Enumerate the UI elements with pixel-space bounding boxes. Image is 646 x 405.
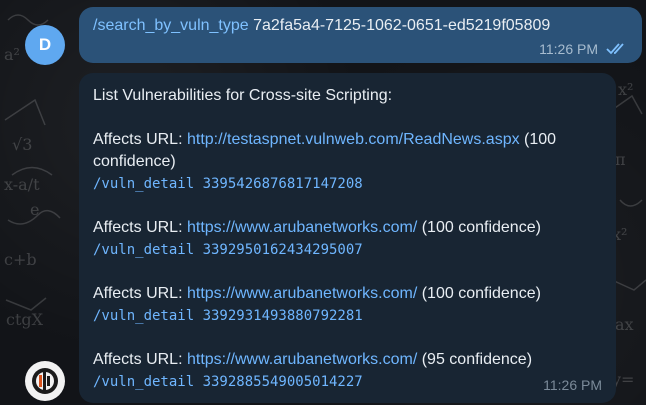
outgoing-message[interactable]: /search_by_vuln_type 7a2fa5a4-7125-1062-…: [79, 7, 642, 63]
list-item: Affects URL: https://www.arubanetworks.c…: [93, 351, 533, 368]
vuln-detail-command[interactable]: /vuln_detail 3395426876817147208: [93, 173, 602, 195]
list-item: Affects URL: https://www.arubanetworks.c…: [93, 285, 541, 302]
svg-text:π: π: [615, 150, 626, 169]
sender-avatar[interactable]: D: [25, 25, 65, 65]
url-link[interactable]: https://www.arubanetworks.com/: [187, 285, 417, 302]
vuln-detail-command[interactable]: /vuln_detail 3392885549005014227: [93, 371, 602, 393]
incoming-message[interactable]: List Vulnerabilities for Cross-site Scri…: [79, 73, 616, 403]
svg-text:c+b: c+b: [4, 250, 37, 269]
url-link[interactable]: https://www.arubanetworks.com/: [187, 351, 417, 368]
svg-text:x-a/t: x-a/t: [4, 175, 40, 194]
vuln-detail-command[interactable]: /vuln_detail 3392950162434295007: [93, 239, 602, 261]
command-link[interactable]: /search_by_vuln_type: [93, 17, 249, 34]
svg-text:ax: ax: [615, 315, 634, 334]
svg-text:ctgX: ctgX: [6, 310, 44, 329]
svg-text:x²: x²: [618, 80, 633, 99]
url-link[interactable]: https://www.arubanetworks.com/: [187, 219, 417, 236]
bot-avatar[interactable]: [25, 361, 65, 401]
vuln-detail-command[interactable]: /vuln_detail 3392931493880792281: [93, 305, 602, 327]
list-title: List Vulnerabilities for Cross-site Scri…: [93, 87, 393, 104]
bot-logo-icon: [32, 368, 58, 394]
message-meta: 11:26 PM: [539, 41, 628, 57]
list-item: Affects URL: http://testaspnet.vulnweb.c…: [93, 131, 557, 170]
command-argument: 7a2fa5a4-7125-1062-0651-ed5219f05809: [253, 17, 551, 34]
avatar-initial: D: [38, 35, 52, 54]
url-link[interactable]: http://testaspnet.vulnweb.com/ReadNews.a…: [187, 131, 520, 148]
svg-text:√3: √3: [12, 135, 32, 154]
svg-text:a²: a²: [4, 45, 20, 64]
message-time: 11:26 PM: [543, 377, 602, 393]
list-item: Affects URL: https://www.arubanetworks.c…: [93, 219, 541, 236]
svg-text:e: e: [30, 200, 39, 219]
double-check-icon: [606, 43, 624, 55]
message-time: 11:26 PM: [539, 41, 598, 57]
